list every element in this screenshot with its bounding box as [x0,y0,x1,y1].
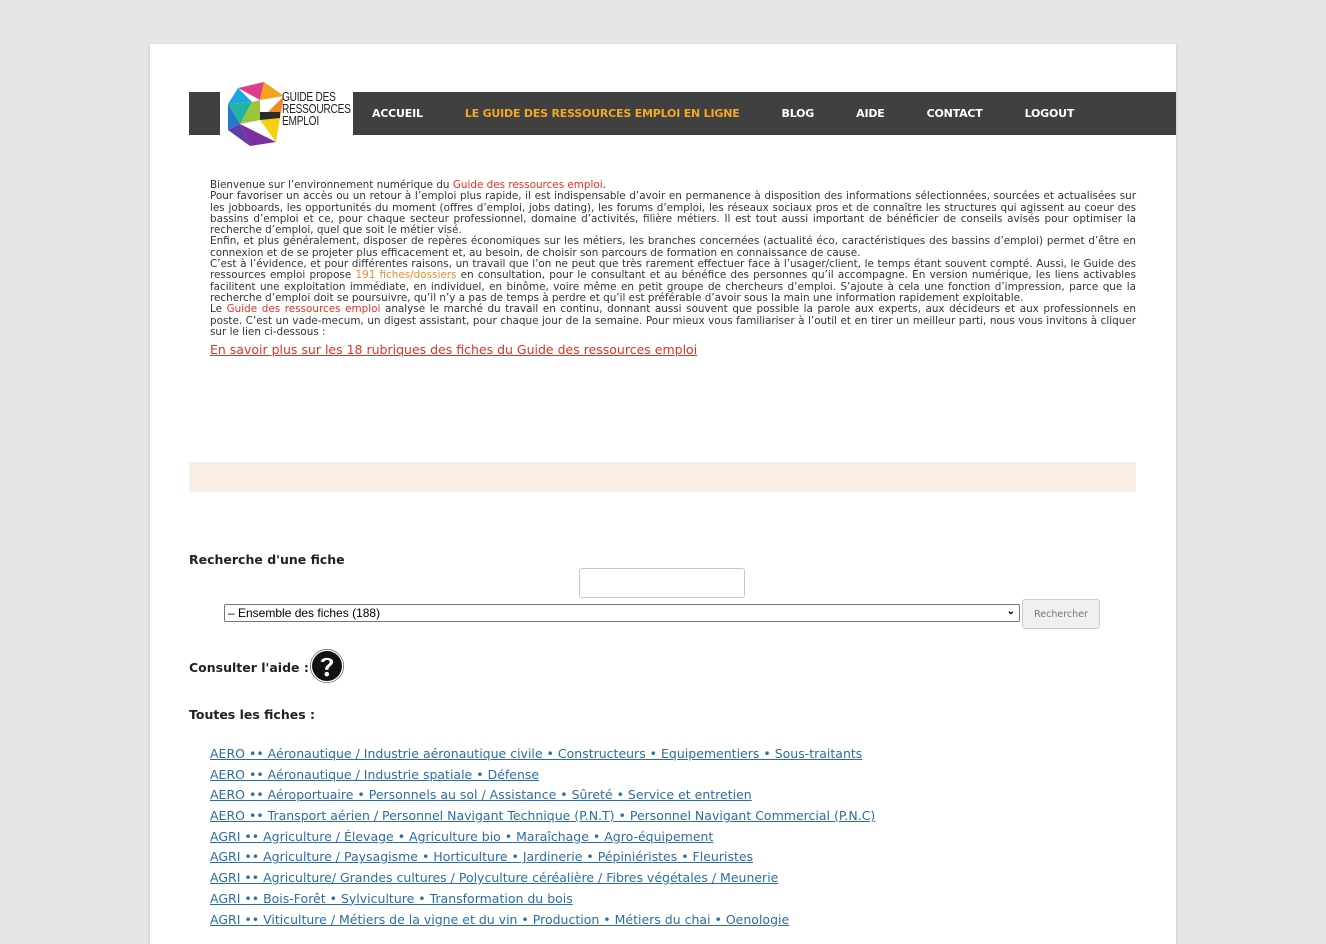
intro-paragraph-5: Le Guide des ressources emploi analyse l… [210,304,1136,338]
fiche-list: AERO •• Aéronautique / Industrie aéronau… [210,743,875,929]
fiche-link[interactable]: AGRI •• Viticulture / Métiers de la vign… [210,912,789,927]
list-item: AGRI •• Agriculture/ Grandes cultures / … [210,867,875,888]
all-fiches-title: Toutes les fiches : [189,707,315,722]
help-label: Consulter l'aide : [189,660,309,675]
logo-line-3: emploi [282,113,319,128]
logo[interactable]: Guide des ressources emploi [220,80,353,152]
fiche-link[interactable]: AERO •• Transport aérien / Personnel Nav… [210,808,875,823]
chevron-down-icon: ⌄ [1006,606,1015,617]
intro-paragraph-3: Enfin, et plus généralement, disposer de… [210,235,1136,259]
question-circle-icon[interactable] [308,647,346,685]
fiche-link[interactable]: AGRI •• Agriculture/ Grandes cultures / … [210,870,778,885]
fiche-link[interactable]: AGRI •• Agriculture / Paysagisme • Horti… [210,849,753,864]
fiche-link[interactable]: AGRI •• Bois-Forêt • Sylviculture • Tran… [210,891,573,906]
search-title: Recherche d'une fiche [189,552,345,567]
nav-blog[interactable]: BLOG [782,107,815,120]
nav-accueil[interactable]: ACCUEIL [372,107,423,120]
fiche-link[interactable]: AGRI •• Agriculture / Élevage • Agricult… [210,829,713,844]
fiche-category-select[interactable]: – Ensemble des fiches (188) ⌄ [224,604,1020,622]
select-value: – Ensemble des fiches (188) [228,606,381,620]
intro-text-segment: Le [210,303,227,316]
logo-mark-icon [228,82,284,146]
list-item: AERO •• Aéroportuaire • Personnels au so… [210,784,875,805]
list-item: AERO •• Transport aérien / Personnel Nav… [210,805,875,826]
intro-text: Bienvenue sur l’environnement numérique … [210,179,1136,356]
more-info-link[interactable]: En savoir plus sur les 18 rubriques des … [210,343,1136,356]
logo-text: Guide des ressources emploi [282,90,351,128]
fiche-link[interactable]: AERO •• Aéroportuaire • Personnels au so… [210,787,752,802]
page-container: Guide des ressources emploi ACCUEIL LE G… [150,44,1176,944]
search-button[interactable]: Rechercher [1022,599,1100,629]
list-item: AGRI •• Bois-Forêt • Sylviculture • Tran… [210,888,875,909]
list-item: AGRI •• Agriculture / Élevage • Agricult… [210,826,875,847]
list-item: AERO •• Aéronautique / Industrie spatial… [210,764,875,785]
intro-paragraph-2: Pour favoriser un accès ou un retour à l… [210,190,1136,237]
nav-guide-en-ligne[interactable]: LE GUIDE DES RESSOURCES EMPLOI EN LIGNE [465,107,740,120]
guide-link[interactable]: Guide des ressources emploi [453,179,603,191]
fiches-count-link[interactable]: 191 fiches/dossiers [355,269,456,281]
list-item: AGRI •• Agriculture / Paysagisme • Horti… [210,846,875,867]
intro-paragraph-4: C’est à l’évidence, et pour différentes … [210,258,1136,304]
intro-text-segment: . [602,179,606,191]
intro-text-segment: Bienvenue sur l’environnement numérique … [210,179,453,191]
main-menu: ACCUEIL LE GUIDE DES RESSOURCES EMPLOI E… [372,92,1116,135]
list-item: AERO •• Aéronautique / Industrie aéronau… [210,743,875,764]
fiche-link[interactable]: AERO •• Aéronautique / Industrie spatial… [210,767,539,782]
nav-aide[interactable]: AIDE [856,107,885,120]
nav-logout[interactable]: LOGOUT [1025,107,1075,120]
list-item: AGRI •• Viticulture / Métiers de la vign… [210,909,875,930]
nav-contact[interactable]: CONTACT [927,107,983,120]
beige-band [189,462,1136,492]
search-input[interactable] [579,568,745,598]
fiche-link[interactable]: AERO •• Aéronautique / Industrie aéronau… [210,746,862,761]
guide-link[interactable]: Guide des ressources emploi [227,303,381,315]
